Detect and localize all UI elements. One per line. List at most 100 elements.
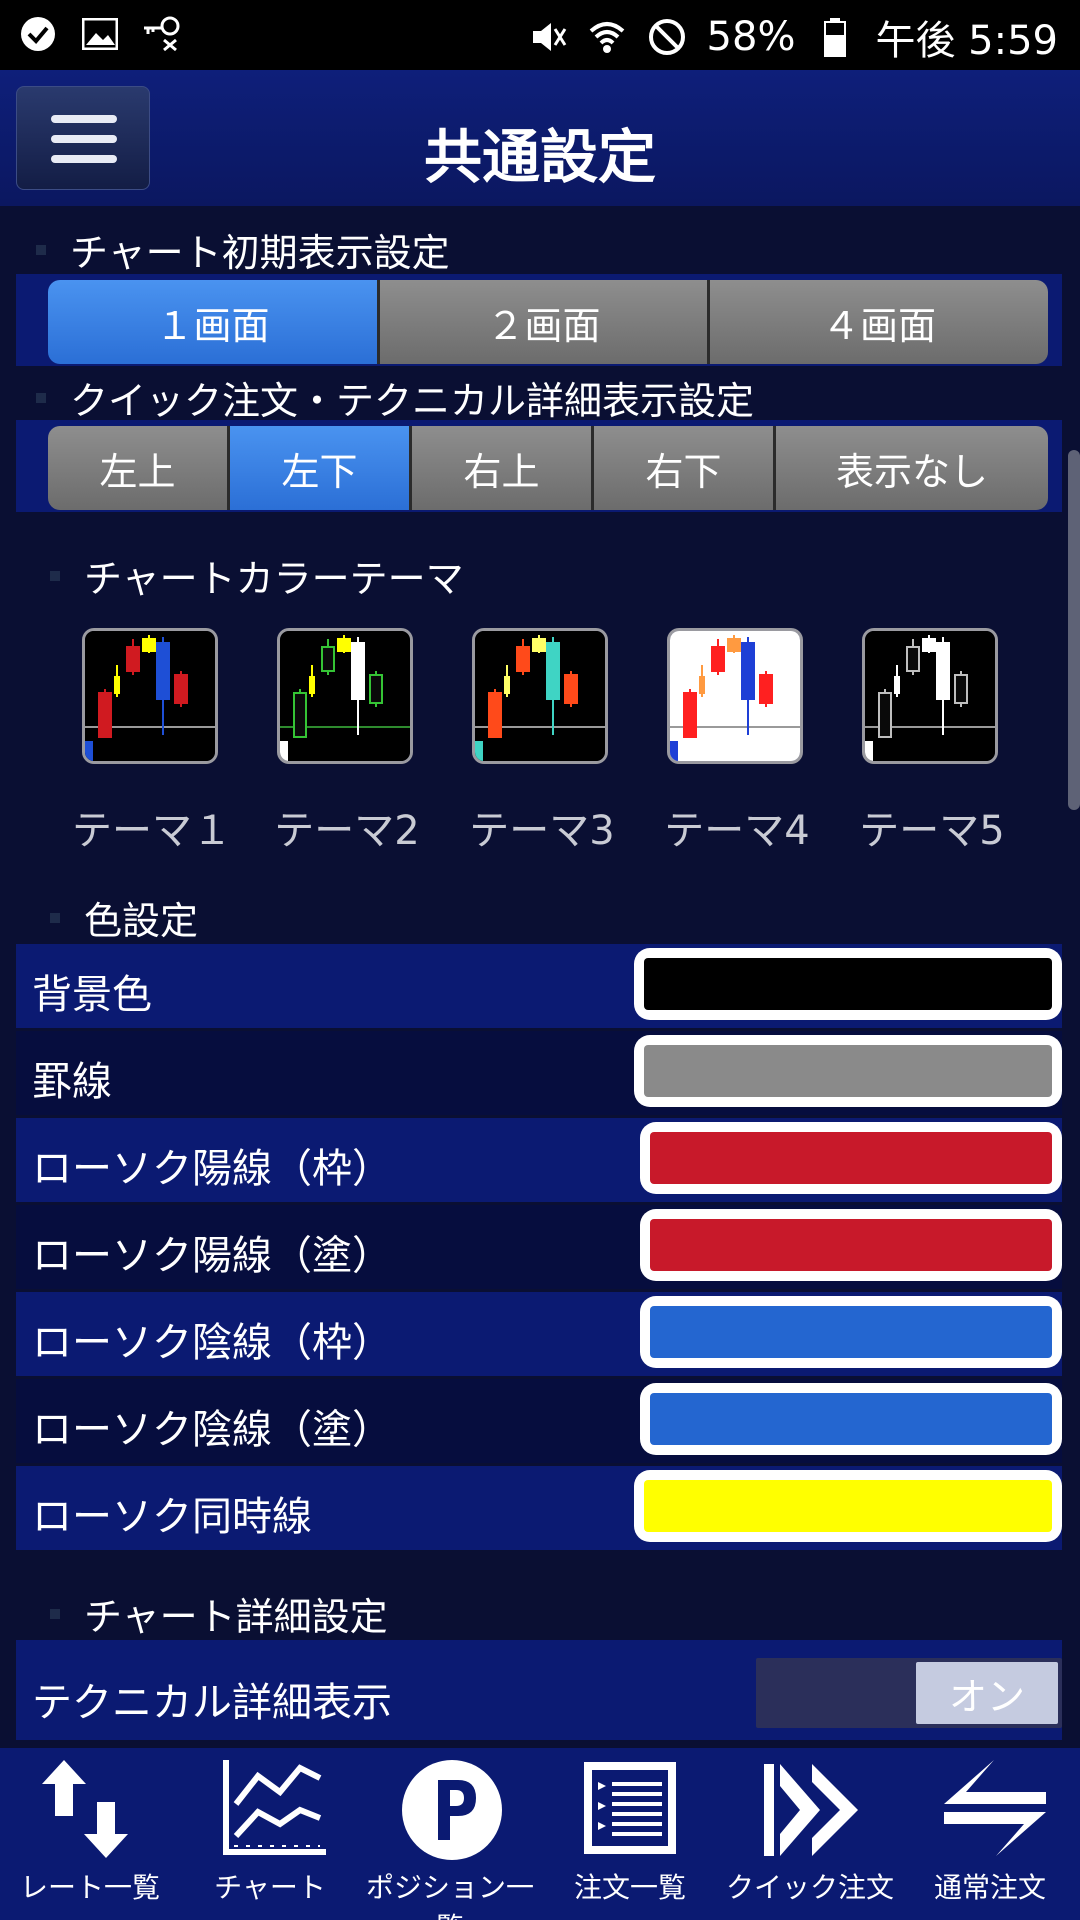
thumb-candle: [504, 676, 510, 694]
order-list-icon: [584, 1762, 676, 1854]
thumb-candle: [321, 646, 335, 672]
thumb-candle: [516, 646, 530, 672]
app-header: 共通設定: [0, 70, 1080, 206]
chart-display-heading: チャート初期表示設定: [36, 222, 450, 277]
color-row-label: ローソク陰線（塗）: [32, 1407, 392, 1453]
color-swatch: [644, 1045, 1052, 1097]
chart-display-segment-bar: １画面 ２画面 ４画面: [16, 274, 1062, 366]
theme-3-thumbnail: [472, 628, 608, 764]
thumb-candle: [142, 638, 156, 652]
color-row-background[interactable]: 背景色: [16, 944, 1062, 1028]
color-row-doji[interactable]: ローソク同時線: [16, 1466, 1062, 1550]
thumb-candle: [351, 642, 365, 700]
color-row-label: ローソク陽線（枠）: [32, 1146, 392, 1192]
color-swatch-button[interactable]: [640, 1122, 1062, 1194]
thumb-candle: [309, 676, 315, 694]
exchange-arrows-icon: [944, 1760, 1046, 1856]
thumb-candle: [741, 642, 755, 700]
thumb-candle: [954, 674, 968, 704]
color-swatch-button[interactable]: [634, 1035, 1062, 1107]
technical-detail-toggle[interactable]: オン: [756, 1658, 1062, 1728]
battery-icon: [815, 17, 855, 57]
theme-4-label: テーマ4: [664, 808, 810, 854]
theme-list: テーマ１ テーマ2 テーマ3 テーマ4 テーマ5: [0, 628, 1080, 858]
thumb-candle: [488, 692, 502, 738]
chart-display-option-1[interactable]: １画面: [48, 280, 380, 364]
thumb-candle: [699, 676, 705, 694]
quick-order-option-none[interactable]: 表示なし: [776, 426, 1048, 510]
thumb-edge: [865, 741, 873, 761]
technical-detail-row: テクニカル詳細表示 オン: [16, 1640, 1062, 1740]
color-swatch: [650, 1132, 1052, 1184]
color-swatch-button[interactable]: [640, 1383, 1062, 1455]
thumb-candle: [174, 674, 188, 704]
chart-display-option-4[interactable]: ４画面: [710, 280, 1048, 364]
battery-percent: 58%: [706, 14, 796, 60]
image-icon: [80, 14, 120, 54]
line-chart-icon: [223, 1760, 326, 1855]
color-row-down-fill[interactable]: ローソク陰線（塗）: [16, 1379, 1062, 1463]
color-settings-heading: 色設定: [50, 890, 198, 945]
color-row-up-frame[interactable]: ローソク陽線（枠）: [16, 1118, 1062, 1202]
color-swatch-button[interactable]: [640, 1209, 1062, 1281]
thumb-candle: [727, 638, 741, 652]
toggle-knob: オン: [916, 1662, 1058, 1724]
color-swatch: [650, 1393, 1052, 1445]
nav-rate-list[interactable]: レート一覧: [0, 1748, 180, 1920]
nav-position-list[interactable]: ポジション一覧: [360, 1748, 540, 1920]
mute-icon: [527, 17, 567, 57]
theme-5[interactable]: テーマ5: [859, 628, 1005, 854]
color-swatch-button[interactable]: [640, 1296, 1062, 1368]
color-row-label: ローソク陽線（塗）: [32, 1233, 392, 1279]
thumb-candle: [126, 646, 140, 672]
nav-order-list[interactable]: 注文一覧: [540, 1748, 720, 1920]
color-row-label: 罫線: [32, 1059, 112, 1105]
quick-order-option-top-left[interactable]: 左上: [48, 426, 230, 510]
candle-chart-thumbnail: [865, 631, 995, 761]
nav-label: チャート: [214, 1871, 326, 1904]
color-row-up-fill[interactable]: ローソク陽線（塗）: [16, 1205, 1062, 1289]
color-row-label: ローソク同時線: [32, 1494, 312, 1540]
nav-chart[interactable]: チャート: [180, 1748, 360, 1920]
clock: 午後 5:59: [875, 18, 1058, 64]
thumb-candle: [98, 692, 112, 738]
thumb-candle: [906, 646, 920, 672]
quick-order-option-bottom-left[interactable]: 左下: [230, 426, 412, 510]
chart-display-option-2[interactable]: ２画面: [380, 280, 710, 364]
thumb-edge: [475, 741, 483, 761]
quick-order-option-bottom-right[interactable]: 右下: [594, 426, 776, 510]
color-swatch: [644, 958, 1052, 1010]
color-swatch-button[interactable]: [634, 948, 1062, 1020]
candle-chart-thumbnail: [475, 631, 605, 761]
nav-normal-order[interactable]: 通常注文: [900, 1748, 1080, 1920]
color-row-down-frame[interactable]: ローソク陰線（枠）: [16, 1292, 1062, 1376]
theme-2[interactable]: テーマ2: [274, 628, 420, 854]
thumb-candle: [683, 692, 697, 738]
color-swatch-button[interactable]: [634, 1470, 1062, 1542]
up-down-arrows-icon: [42, 1760, 128, 1858]
thumb-candle: [711, 646, 725, 672]
thumb-candle: [894, 676, 900, 694]
quick-order-option-top-right[interactable]: 右上: [412, 426, 594, 510]
thumb-edge: [280, 741, 288, 761]
check-circle-icon: [18, 14, 58, 54]
thumb-candle: [369, 674, 383, 704]
nav-quick-order[interactable]: クイック注文: [720, 1748, 900, 1920]
thumb-candle: [532, 638, 546, 652]
block-icon: [647, 17, 687, 57]
color-row-grid-line[interactable]: 罫線: [16, 1031, 1062, 1115]
thumb-edge: [85, 741, 93, 761]
nav-label: ポジション一覧: [365, 1871, 534, 1920]
theme-4-thumbnail: [667, 628, 803, 764]
thumb-candle: [293, 692, 307, 738]
quick-order-segment-bar: 左上 左下 右上 右下 表示なし: [16, 420, 1062, 512]
scrollbar[interactable]: [1068, 450, 1080, 810]
candle-chart-thumbnail: [85, 631, 215, 761]
chart-display-segmented-control: １画面 ２画面 ４画面: [48, 280, 1048, 364]
thumb-candle: [564, 674, 578, 704]
theme-1-thumbnail: [82, 628, 218, 764]
theme-4[interactable]: テーマ4: [664, 628, 810, 854]
theme-3[interactable]: テーマ3: [469, 628, 615, 854]
page-title: 共通設定: [423, 123, 656, 191]
theme-1[interactable]: テーマ１: [72, 628, 232, 854]
